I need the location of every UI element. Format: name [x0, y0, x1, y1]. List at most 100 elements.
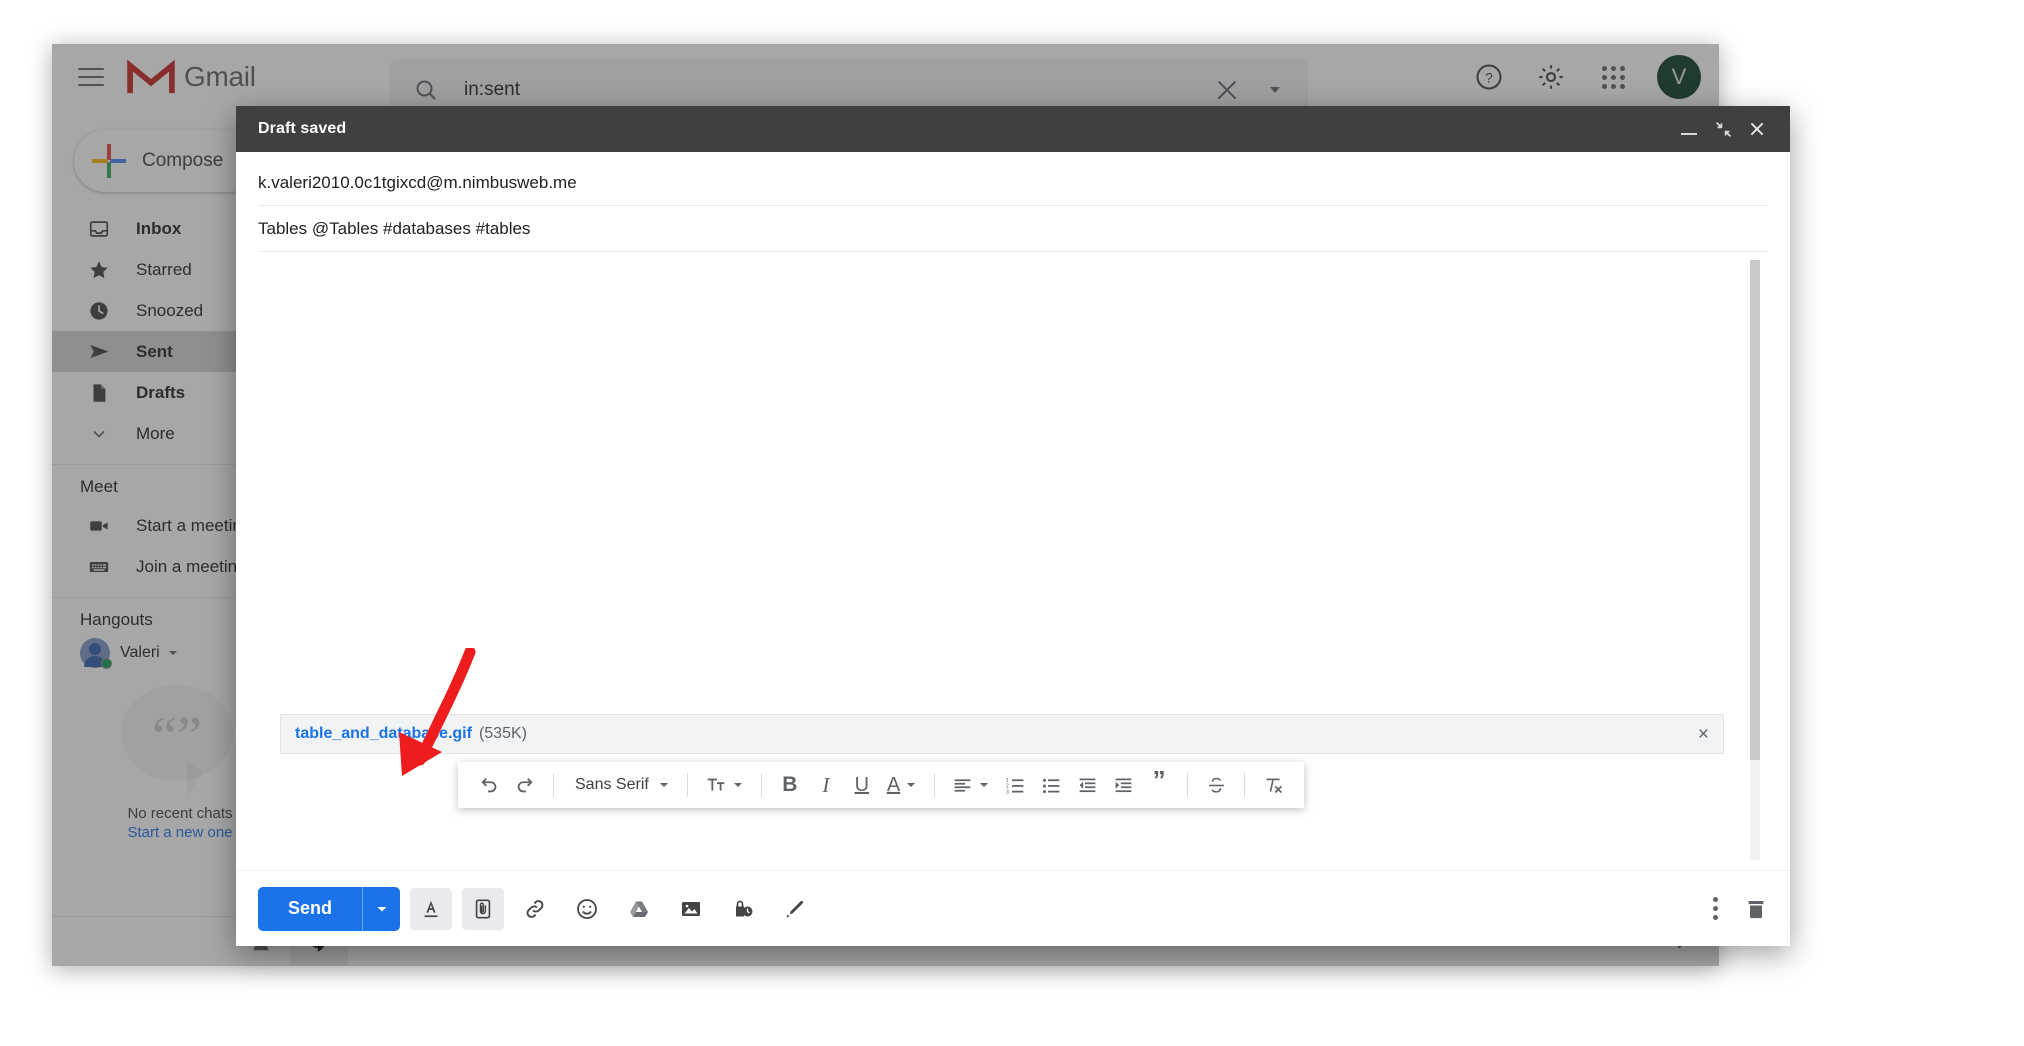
apps-grid-icon[interactable] — [1587, 51, 1639, 103]
insert-emoji-icon[interactable] — [566, 888, 608, 930]
bold-button[interactable]: B — [773, 766, 807, 804]
sidebar-item-label: Starred — [136, 259, 192, 279]
sidebar-item-label: Snoozed — [136, 300, 204, 320]
align-icon[interactable] — [946, 766, 996, 804]
strikethrough-icon[interactable] — [1199, 766, 1233, 804]
underline-button[interactable]: U — [845, 766, 879, 804]
undo-icon[interactable] — [472, 766, 506, 804]
formatting-options-icon[interactable] — [410, 887, 453, 930]
insert-signature-icon[interactable] — [774, 888, 816, 930]
formatting-toolbar: Sans Serif B I U A 1 2 3 ” — [458, 762, 1305, 808]
insert-link-icon[interactable] — [514, 888, 556, 930]
toolbar-divider — [686, 773, 688, 797]
svg-text:3: 3 — [1006, 789, 1009, 795]
sidebar-item-label: Start a meeting — [136, 515, 252, 535]
star-icon — [86, 259, 112, 281]
remove-formatting-icon[interactable] — [1256, 766, 1290, 804]
sidebar-item-label: Drafts — [136, 382, 186, 402]
drafts-icon — [86, 382, 112, 404]
hangouts-user-name: Valeri — [120, 644, 160, 661]
chevron-down-icon — [732, 779, 744, 791]
chevron-down-icon — [905, 779, 917, 791]
inbox-icon — [86, 218, 112, 240]
recipient-field[interactable]: k.valeri2010.0c1tgixcd@m.nimbusweb.me — [258, 160, 1768, 206]
keyboard-icon — [86, 556, 112, 578]
chat-bubble-icon: “” — [121, 685, 239, 797]
compose-send-bar: Send — [236, 870, 1790, 946]
indent-less-icon[interactable] — [1070, 766, 1104, 804]
attachment-chip[interactable]: table_and_database.gif (535K) × — [280, 714, 1724, 754]
sidebar-item-label: Join a meeting — [136, 556, 247, 576]
chevron-down-icon[interactable] — [166, 646, 180, 660]
toolbar-divider — [553, 773, 554, 797]
sidebar-item-label: Inbox — [136, 218, 182, 238]
quote-glyph: “” — [152, 706, 202, 768]
close-icon[interactable] — [1740, 112, 1774, 146]
search-options-icon[interactable] — [1266, 81, 1284, 99]
search-icon — [414, 78, 438, 102]
text-color-label: A — [886, 773, 901, 796]
insert-drive-icon[interactable] — [618, 888, 660, 930]
sidebar-item-label: Sent — [136, 341, 173, 361]
compose-button[interactable]: Compose — [74, 130, 260, 192]
body-editor[interactable]: table_and_database.gif (535K) × Sans Ser… — [258, 252, 1768, 870]
font-size-icon[interactable] — [699, 766, 750, 804]
compose-label: Compose — [142, 150, 224, 171]
attachment-size: (535K) — [478, 725, 527, 742]
indent-more-icon[interactable] — [1106, 766, 1140, 804]
body-scrollbar-thumb[interactable] — [1750, 260, 1760, 760]
font-family-value: Sans Serif — [575, 776, 649, 793]
sidebar-item-label: More — [136, 423, 175, 443]
send-icon — [86, 340, 112, 363]
screenshot-root: Gmail in:sent ? V Compose Inbox Starred … — [0, 0, 2024, 1046]
numbered-list-icon[interactable]: 123 — [998, 766, 1032, 804]
search-input[interactable]: in:sent — [464, 79, 1214, 101]
send-options-icon[interactable] — [362, 886, 401, 931]
send-button[interactable]: Send — [258, 886, 363, 931]
bulleted-list-icon[interactable] — [1034, 766, 1068, 804]
toolbar-divider — [760, 773, 762, 797]
chevron-down-icon — [658, 779, 670, 791]
recipient-value: k.valeri2010.0c1tgixcd@m.nimbusweb.me — [258, 172, 577, 192]
discard-draft-icon[interactable] — [1744, 897, 1768, 921]
gmail-m-icon — [127, 59, 175, 94]
more-options-icon[interactable] — [1713, 897, 1718, 920]
attachment-row: table_and_database.gif (535K) × — [280, 714, 1724, 754]
gmail-wordmark: Gmail — [184, 61, 256, 92]
clear-search-icon[interactable] — [1214, 77, 1240, 103]
remove-attachment-icon[interactable]: × — [1698, 725, 1709, 744]
gmail-logo[interactable]: Gmail — [126, 58, 256, 96]
confidential-mode-icon[interactable] — [722, 888, 764, 930]
hamburger-icon[interactable] — [78, 68, 104, 86]
clock-icon — [86, 300, 112, 322]
compose-title: Draft saved — [258, 120, 347, 137]
redo-icon[interactable] — [508, 766, 542, 804]
avatar[interactable]: V — [1657, 55, 1701, 99]
gmail-header: Gmail in:sent ? V — [52, 44, 1719, 121]
plus-icon — [92, 144, 126, 178]
video-camera-icon — [86, 515, 112, 537]
text-color-button[interactable]: A — [881, 766, 923, 804]
font-family-selector[interactable]: Sans Serif — [565, 766, 676, 804]
chevron-down-icon — [86, 424, 112, 444]
attachment-name[interactable]: table_and_database.gif — [295, 725, 472, 743]
italic-button[interactable]: I — [809, 766, 843, 804]
gear-icon[interactable] — [1525, 51, 1577, 103]
compose-window: Draft saved k.valeri2010.0c1tgixcd@m.nim… — [236, 106, 1790, 946]
help-icon[interactable]: ? — [1463, 51, 1515, 103]
quote-icon[interactable]: ” — [1142, 766, 1176, 804]
toolbar-divider — [934, 773, 936, 797]
attach-file-icon[interactable] — [462, 887, 505, 930]
minimize-icon[interactable] — [1672, 112, 1706, 146]
send-button-group[interactable]: Send — [258, 886, 401, 931]
chevron-down-icon — [978, 779, 990, 791]
exit-fullscreen-icon[interactable] — [1706, 112, 1740, 146]
toolbar-divider — [1187, 773, 1189, 797]
subject-field[interactable]: Tables @Tables #databases #tables — [258, 206, 1768, 252]
svg-text:?: ? — [1485, 71, 1493, 86]
toolbar-divider — [1244, 773, 1246, 797]
header-actions: ? V — [1463, 44, 1701, 110]
subject-value: Tables @Tables #databases #tables — [258, 218, 531, 238]
hangouts-avatar-icon — [80, 638, 112, 669]
insert-photo-icon[interactable] — [670, 888, 712, 930]
